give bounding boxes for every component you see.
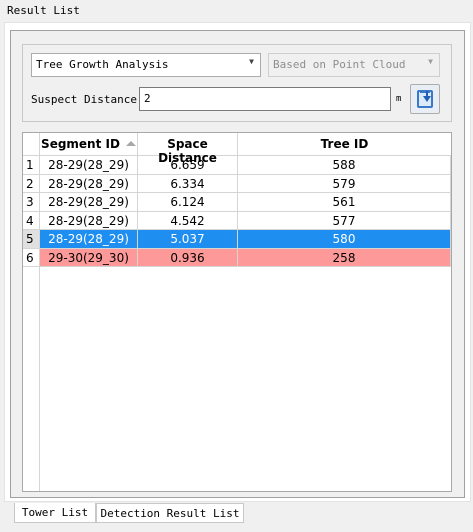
- chevron-down-icon: ▼: [428, 57, 433, 66]
- suspect-distance-label: Suspect Distance:: [31, 93, 144, 106]
- row-number: 3: [23, 193, 40, 212]
- panel-title: Result List: [0, 0, 473, 22]
- column-header-tree-id[interactable]: Tree ID: [238, 133, 451, 156]
- analysis-mode-value: Based on Point Cloud: [273, 58, 406, 71]
- table-row-selected[interactable]: 5 28-29(28_29) 5.037 580: [23, 230, 451, 249]
- cell-segment-id: 28-29(28_29): [40, 211, 138, 230]
- cell-tree-id: 588: [238, 156, 451, 175]
- cell-tree-id: 258: [238, 248, 451, 267]
- table-row[interactable]: 1 28-29(28_29) 6.659 588: [23, 156, 451, 175]
- results-table: Segment ID Space Distance Tree ID 1 28-2…: [22, 132, 452, 492]
- cell-tree-id: 580: [238, 230, 451, 249]
- cell-tree-id: 579: [238, 174, 451, 193]
- export-down-icon: [417, 90, 433, 108]
- cell-tree-id: 577: [238, 211, 451, 230]
- cell-space-distance: 0.936: [138, 248, 238, 267]
- tab-detection-result-list[interactable]: Detection Result List: [96, 503, 244, 523]
- row-number: 5: [23, 230, 40, 249]
- table-row[interactable]: 2 28-29(28_29) 6.334 579: [23, 174, 451, 193]
- cell-segment-id: 28-29(28_29): [40, 230, 138, 249]
- column-header-space-distance[interactable]: Space Distance: [138, 133, 238, 165]
- row-header-divider: [39, 156, 40, 491]
- row-number: 2: [23, 174, 40, 193]
- suspect-distance-input[interactable]: 2: [139, 87, 391, 111]
- chevron-down-icon: ▼: [249, 57, 254, 66]
- analysis-mode-select[interactable]: Based on Point Cloud ▼: [268, 53, 440, 77]
- analysis-type-select[interactable]: Tree Growth Analysis ▼: [31, 53, 261, 77]
- row-number: 6: [23, 248, 40, 267]
- tab-tower-list[interactable]: Tower List: [14, 503, 96, 523]
- cell-space-distance: 6.659: [138, 156, 238, 175]
- suspect-distance-value: 2: [144, 92, 151, 105]
- cell-space-distance: 4.542: [138, 211, 238, 230]
- cell-segment-id: 28-29(28_29): [40, 193, 138, 212]
- table-row-alert[interactable]: 6 29-30(29_30) 0.936 258: [23, 248, 451, 267]
- table-header: Segment ID Space Distance Tree ID: [23, 133, 451, 165]
- table-row[interactable]: 4 28-29(28_29) 4.542 577: [23, 211, 451, 230]
- distance-unit-label: m: [396, 94, 402, 104]
- sort-up-icon: [125, 141, 136, 146]
- corner-header: [23, 133, 40, 156]
- cell-segment-id: 28-29(28_29): [40, 156, 138, 175]
- row-number: 4: [23, 211, 40, 230]
- cell-tree-id: 561: [238, 193, 451, 212]
- table-row[interactable]: 3 28-29(28_29) 6.124 561: [23, 193, 451, 212]
- analysis-type-value: Tree Growth Analysis: [36, 58, 169, 71]
- cell-segment-id: 29-30(29_30): [40, 248, 138, 267]
- cell-segment-id: 28-29(28_29): [40, 174, 138, 193]
- cell-space-distance: 6.334: [138, 174, 238, 193]
- row-number: 1: [23, 156, 40, 175]
- cell-space-distance: 6.124: [138, 193, 238, 212]
- export-button[interactable]: [410, 84, 440, 114]
- column-header-segment-id[interactable]: Segment ID: [40, 133, 138, 156]
- cell-space-distance: 5.037: [138, 230, 238, 249]
